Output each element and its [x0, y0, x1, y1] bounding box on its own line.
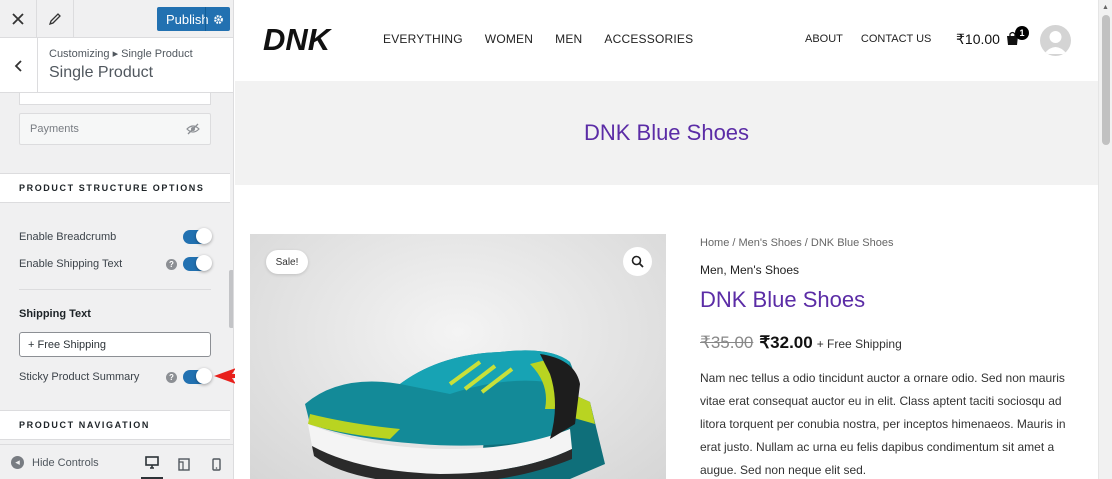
scroll-up-icon[interactable]: ▲ [1102, 4, 1109, 11]
mobile-preview-button[interactable] [205, 453, 227, 475]
nav-item-men[interactable]: MEN [555, 32, 582, 46]
publish-button[interactable]: Publish [157, 7, 230, 31]
product-title: DNK Blue Shoes [700, 287, 866, 312]
section-header: Customizing ▸ Single Product Single Prod… [0, 38, 233, 93]
customizer-breadcrumb: Customizing ▸ Single Product [49, 48, 193, 60]
product-breadcrumb[interactable]: Home / Men's Shoes / DNK Blue Shoes [700, 237, 1085, 249]
customizer-topbar: Publish [0, 0, 233, 38]
customizer-sidebar: Publish Customizing ▸ Single Product Sin… [0, 0, 234, 479]
sticky-summary-controls: ? [166, 368, 212, 384]
close-customizer-button[interactable] [0, 0, 37, 37]
hide-controls-label: Hide Controls [32, 456, 99, 469]
pencil-icon [48, 12, 61, 25]
back-button[interactable] [0, 38, 38, 93]
site-logo[interactable]: DNK [261, 22, 341, 56]
page-title: DNK Blue Shoes [583, 120, 750, 145]
close-icon [12, 12, 24, 25]
site-preview: DNK EVERYTHING WOMEN MEN ACCESSORIES ABO… [235, 0, 1098, 479]
help-icon[interactable]: ? [166, 371, 177, 383]
nav-item-accessories[interactable]: ACCESSORIES [604, 32, 693, 46]
tablet-preview-button[interactable] [173, 453, 195, 475]
enable-shipping-text-toggle[interactable] [183, 255, 212, 271]
nav-item-about[interactable]: ABOUT [805, 33, 843, 45]
shipping-note: + Free Shipping [816, 337, 902, 351]
page-title-banner: DNK Blue Shoes [235, 81, 1098, 185]
preview-scrollbar[interactable]: ▲ [1098, 0, 1112, 479]
preview-scroll-thumb[interactable] [1102, 15, 1110, 145]
product-categories[interactable]: Men, Men's Shoes [700, 263, 1085, 277]
shoe-illustration [305, 350, 605, 479]
help-icon[interactable]: ? [166, 258, 177, 270]
main-navigation: EVERYTHING WOMEN MEN ACCESSORIES [383, 32, 715, 46]
payments-label: Payments [30, 123, 79, 135]
enable-shipping-text-controls: ? [166, 255, 212, 271]
publish-label: Publish [166, 11, 209, 27]
regular-price: ₹35.00 [700, 333, 754, 352]
sale-price: ₹32.00 [759, 333, 813, 352]
section-title: Single Product [49, 64, 154, 81]
enable-shipping-text-row: Enable Shipping Text ? [19, 254, 212, 274]
enable-breadcrumb-toggle[interactable] [183, 228, 212, 244]
app-window: Publish Customizing ▸ Single Product Sin… [0, 0, 1112, 479]
avatar[interactable] [1040, 25, 1071, 56]
collapse-icon: ◂ [11, 456, 24, 469]
sticky-summary-toggle[interactable] [183, 368, 212, 384]
gear-icon [213, 14, 223, 24]
product-summary: Home / Men's Shoes / DNK Blue Shoes Men,… [700, 237, 1085, 479]
nav-item-women[interactable]: WOMEN [485, 32, 533, 46]
shipping-text-input[interactable] [19, 332, 211, 357]
enable-shipping-text-label: Enable Shipping Text [19, 258, 123, 270]
mobile-icon [211, 457, 221, 471]
publish-settings-button[interactable] [206, 14, 230, 25]
product-description: Nam nec tellus a odio tincidunt auctor a… [700, 371, 1066, 477]
product-navigation-heading[interactable]: PRODUCT NAVIGATION [0, 410, 230, 440]
previous-field-stub[interactable] [19, 93, 211, 105]
hidden-eye-icon[interactable] [186, 123, 200, 135]
chevron-left-icon [14, 59, 22, 72]
nav-item-everything[interactable]: EVERYTHING [383, 32, 463, 46]
product-image[interactable]: Sale! [250, 234, 666, 479]
enable-breadcrumb-label: Enable Breadcrumb [19, 231, 117, 243]
enable-breadcrumb-row: Enable Breadcrumb [19, 227, 212, 247]
cart-total[interactable]: ₹10.00 [956, 31, 1000, 48]
hide-controls-button[interactable]: ◂ Hide Controls [11, 456, 99, 469]
sticky-summary-row: Sticky Product Summary ? [19, 367, 212, 387]
tablet-icon [178, 457, 190, 471]
logo-text: DNK [263, 22, 333, 56]
product-structure-heading: PRODUCT STRUCTURE OPTIONS [0, 173, 230, 203]
sidebar-scrollbar[interactable] [229, 270, 233, 328]
customizer-footer: ◂ Hide Controls [0, 444, 233, 479]
payments-item[interactable]: Payments [19, 113, 211, 145]
edit-shortcuts-button[interactable] [37, 0, 74, 37]
nav-item-contact[interactable]: CONTACT US [861, 33, 932, 45]
desktop-icon [145, 456, 159, 469]
enable-breadcrumb-controls [183, 228, 212, 244]
user-icon [1044, 31, 1067, 54]
product-price: ₹35.00 ₹32.00 + Free Shipping [700, 333, 1085, 353]
desktop-preview-button[interactable] [141, 453, 163, 479]
secondary-navigation: ABOUT CONTACT US [805, 33, 949, 45]
options-divider [19, 289, 211, 290]
shipping-text-label: Shipping Text [19, 308, 91, 320]
sticky-summary-label: Sticky Product Summary [19, 371, 140, 383]
cart-count-badge: 1 [1015, 26, 1029, 40]
